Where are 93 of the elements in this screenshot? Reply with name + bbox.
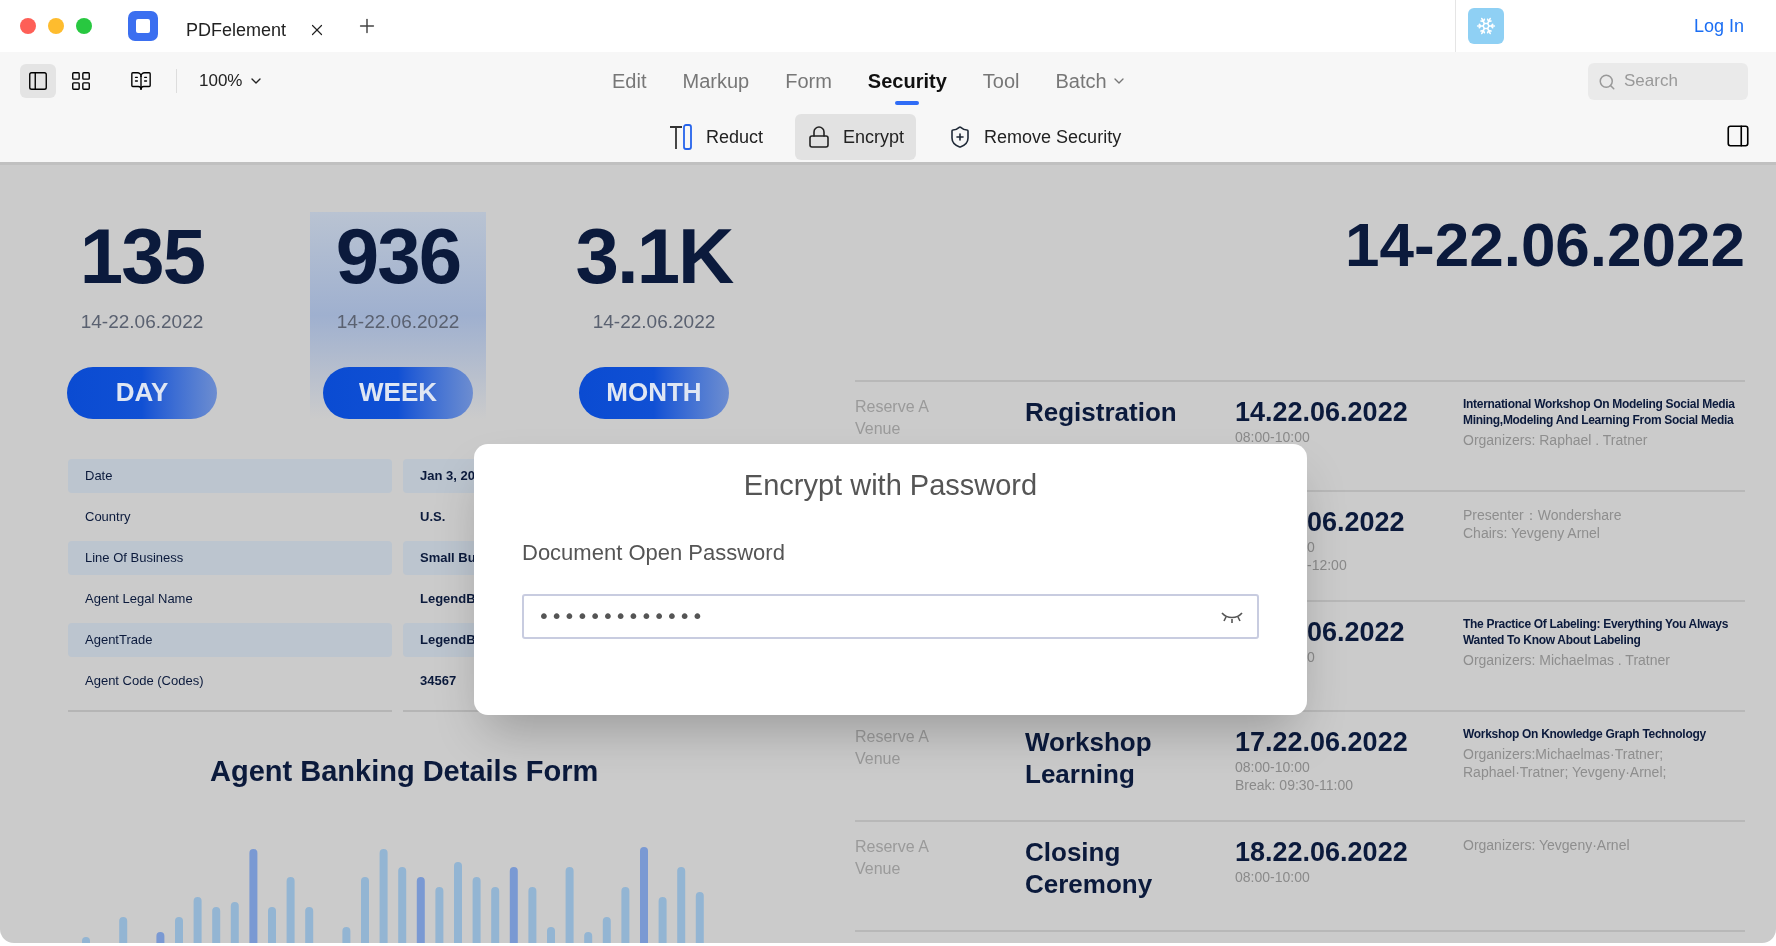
stat-value: 135 — [79, 214, 205, 298]
event-description: International Workshop On Modeling Social Media Mining,Modeling And Learning From Social Media — [1463, 396, 1736, 428]
period-button[interactable]: MONTH — [579, 366, 729, 419]
chart-bar — [342, 927, 351, 943]
chart-bar — [695, 892, 704, 943]
chart-bar — [361, 877, 369, 943]
event-note: Presenter：Wondershare — [1463, 506, 1623, 524]
search-field[interactable]: Search — [1588, 62, 1748, 100]
event-description: The Practice Of Labeling: Everything You Always Wanted To Know About Labeling — [1463, 616, 1730, 648]
side-panel-icon[interactable] — [1725, 123, 1751, 149]
detail-label: Date — [68, 459, 392, 493]
book-view-icon[interactable] — [130, 70, 152, 92]
lock-icon — [807, 125, 832, 149]
chart-bar — [268, 907, 276, 943]
chart-bar — [435, 887, 444, 943]
chart-bar — [472, 877, 481, 943]
stat-date: 14-22.06.2022 — [80, 310, 204, 334]
event-time: 08:00-10:00 — [1235, 758, 1311, 776]
stat-date: 14-22.06.2022 — [592, 310, 716, 334]
chart-bar — [230, 902, 239, 943]
chart-bar — [602, 917, 611, 943]
dialog-title: Encrypt with Password — [742, 468, 1039, 503]
event-title: Closing Ceremony — [1025, 836, 1154, 900]
detail-value: LegendB — [419, 590, 474, 609]
password-field[interactable]: ••••••••••••• — [522, 593, 1259, 639]
event-note: Organizers: Michaelmas . Tratner — [1463, 651, 1671, 669]
event-date: 14.22.06.2022 — [1235, 396, 1409, 428]
close-window-icon[interactable] — [20, 18, 36, 34]
grid-view-icon[interactable] — [70, 70, 92, 92]
chart-bar — [305, 907, 314, 943]
period-button[interactable]: DAY — [67, 366, 217, 419]
chart-bar — [286, 877, 295, 943]
chart-bar — [193, 897, 202, 943]
chart-bar — [621, 887, 630, 943]
security-tool-button[interactable]: Remove Security — [936, 114, 1134, 160]
event-time: 0 — [1307, 648, 1316, 666]
stat-value: 3.1K — [575, 214, 733, 298]
event-time: 0 — [1307, 538, 1316, 556]
menu-tab[interactable]: Form — [785, 61, 832, 101]
chart-title: Agent Banking Details Form — [210, 753, 600, 789]
event-description: Workshop On Knowledge Graph Technology — [1463, 726, 1707, 742]
event-time: Break: 09:30-11:00 — [1235, 776, 1355, 794]
menu-tab[interactable]: Batch — [1055, 61, 1127, 101]
zoom-dropdown[interactable]: 100% — [199, 68, 265, 94]
search-icon — [1598, 72, 1616, 91]
field-label: Document Open Password — [522, 538, 786, 567]
chart-bar — [658, 897, 667, 943]
event-title: Workshop Learning — [1025, 726, 1153, 790]
chart-bar — [491, 887, 500, 943]
security-tool-button[interactable]: Reduct — [656, 114, 776, 160]
event-note: Chairs: Yevgeny Arnel — [1463, 524, 1601, 542]
chart-bar — [119, 917, 128, 943]
stat-value: 936 — [335, 214, 461, 298]
detail-value: 34567 — [419, 672, 458, 691]
chart-bar — [212, 907, 221, 943]
detail-value: LegendB — [403, 623, 474, 657]
menu-tab[interactable]: Tool — [982, 61, 1020, 101]
detail-label: Line Of Business — [68, 541, 392, 575]
menu-tab[interactable]: Markup — [682, 61, 750, 101]
event-note: Organizers: Raphael . Tratner — [1463, 431, 1649, 449]
chart-bar — [416, 877, 425, 943]
period-button[interactable]: WEEK — [323, 366, 473, 419]
event-date: 17.22.06.2022 — [1235, 726, 1409, 758]
login-link[interactable]: Log In — [1693, 12, 1744, 40]
chart-bar — [547, 927, 555, 943]
detail-value: U.S. — [419, 508, 447, 527]
event-date: 06.2022 — [1307, 506, 1406, 538]
stat-date: 14-22.06.2022 — [336, 310, 460, 334]
app-logo-icon — [128, 11, 158, 41]
detail-label: Agent Code (Codes) — [84, 672, 205, 691]
event-note: Raphael·Tratner; Yevgeny·Arnel; — [1463, 763, 1668, 781]
detail-value: Jan 3, 20 — [403, 459, 474, 493]
event-time: 08:00-10:00 — [1235, 868, 1311, 886]
event-date: 18.22.06.2022 — [1235, 836, 1409, 868]
chart-bar — [175, 917, 183, 943]
detail-label: Agent Legal Name — [84, 590, 194, 609]
text-cursor-icon — [668, 123, 694, 151]
chart-bar — [528, 887, 537, 943]
menu-tab[interactable]: Edit — [612, 61, 647, 101]
chart-bar — [82, 937, 90, 943]
event-time: 08:00-10:00 — [1235, 428, 1311, 446]
event-date: 06.2022 — [1307, 616, 1406, 648]
chart-bar — [156, 932, 165, 943]
event-note: Organizers: Yevgeny·Arnel — [1463, 836, 1631, 854]
sidebar-toggle-icon[interactable] — [20, 64, 56, 98]
detail-label: AgentTrade — [68, 623, 392, 657]
event-note: Organizers:Michaelmas·Tratner; — [1463, 745, 1665, 763]
security-tool-button[interactable]: Encrypt — [795, 114, 917, 160]
chart-bar — [584, 932, 593, 943]
headline-date: 14-22.06.2022 — [1344, 209, 1745, 281]
event-title: Registration — [1025, 396, 1178, 428]
event-time: -12:00 — [1307, 556, 1348, 574]
detail-label: Country — [84, 508, 132, 527]
